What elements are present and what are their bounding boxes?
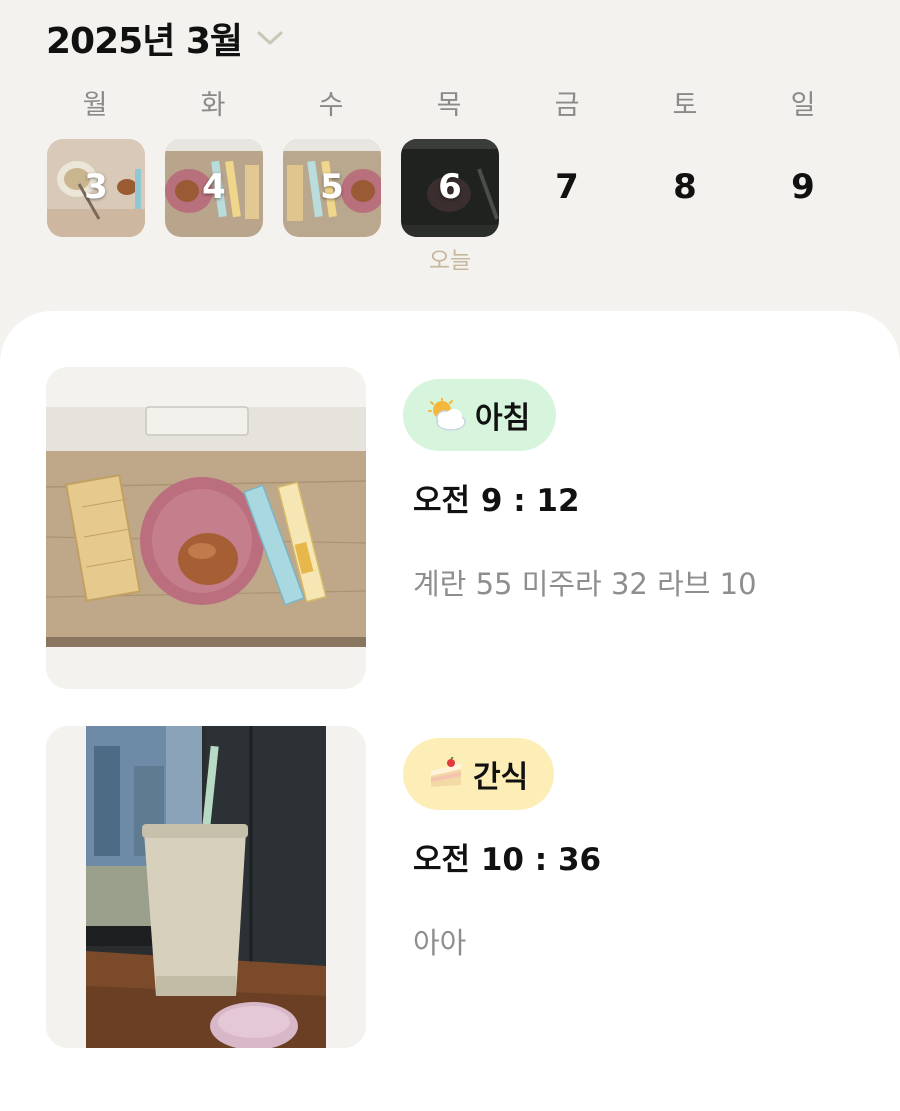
- chevron-down-icon: [256, 29, 284, 51]
- day-cell-3[interactable]: 3: [47, 139, 145, 237]
- meal-tag-breakfast[interactable]: 아침: [403, 379, 557, 451]
- day-cell-6-today[interactable]: 6: [401, 139, 499, 237]
- meal-tag-label: 아침: [475, 401, 531, 436]
- weekday-label: 금: [554, 90, 580, 121]
- weekday-label: 일: [790, 90, 816, 121]
- weekday-label: 목: [436, 90, 462, 121]
- weekday-label: 수: [318, 90, 344, 121]
- cake-icon: [427, 757, 465, 791]
- sun-behind-cloud-icon: [427, 398, 467, 432]
- week-day-row: 3 4 5 6 7 8 9: [0, 139, 900, 239]
- meal-card-breakfast[interactable]: 아침 오전 9 : 12 계란 55 미주라 32 라브 10: [46, 367, 900, 689]
- meal-photo[interactable]: [46, 726, 366, 1048]
- meal-note: 아아: [413, 926, 467, 960]
- day-number: 6: [438, 167, 462, 207]
- meal-photo[interactable]: [46, 367, 366, 689]
- day-cell-7[interactable]: 7: [518, 139, 616, 237]
- month-selector[interactable]: 2025년 3월: [46, 14, 284, 62]
- weekday-label: 화: [200, 90, 226, 121]
- snack-photo: [46, 726, 366, 1048]
- weekday-label: 월: [82, 90, 108, 121]
- day-number: 7: [555, 167, 579, 207]
- day-cell-4[interactable]: 4: [165, 139, 263, 237]
- meal-list-sheet: 아침 오전 9 : 12 계란 55 미주라 32 라브 10 간식 오전 10…: [0, 311, 900, 1111]
- meal-tag-label: 간식: [473, 760, 529, 795]
- day-number: 4: [202, 167, 226, 207]
- month-title: 2025년 3월: [46, 21, 243, 62]
- meal-tag-snack[interactable]: 간식: [403, 738, 555, 810]
- today-label: 오늘: [428, 248, 472, 274]
- breakfast-photo: [46, 367, 366, 689]
- day-cell-9[interactable]: 9: [754, 139, 852, 237]
- day-number: 5: [320, 167, 344, 207]
- day-number: 9: [791, 167, 815, 207]
- meal-time: 오전 9 : 12: [413, 483, 580, 519]
- day-cell-8[interactable]: 8: [636, 139, 734, 237]
- day-number: 3: [84, 167, 108, 207]
- day-cell-5[interactable]: 5: [283, 139, 381, 237]
- meal-card-snack[interactable]: 간식 오전 10 : 36 아아: [46, 726, 900, 1048]
- weekday-row: 월 화 수 목 금 토 일: [0, 86, 900, 126]
- weekday-label: 토: [672, 90, 698, 121]
- day-number: 8: [673, 167, 697, 207]
- meal-time: 오전 10 : 36: [413, 842, 602, 878]
- meal-note: 계란 55 미주라 32 라브 10: [413, 567, 757, 601]
